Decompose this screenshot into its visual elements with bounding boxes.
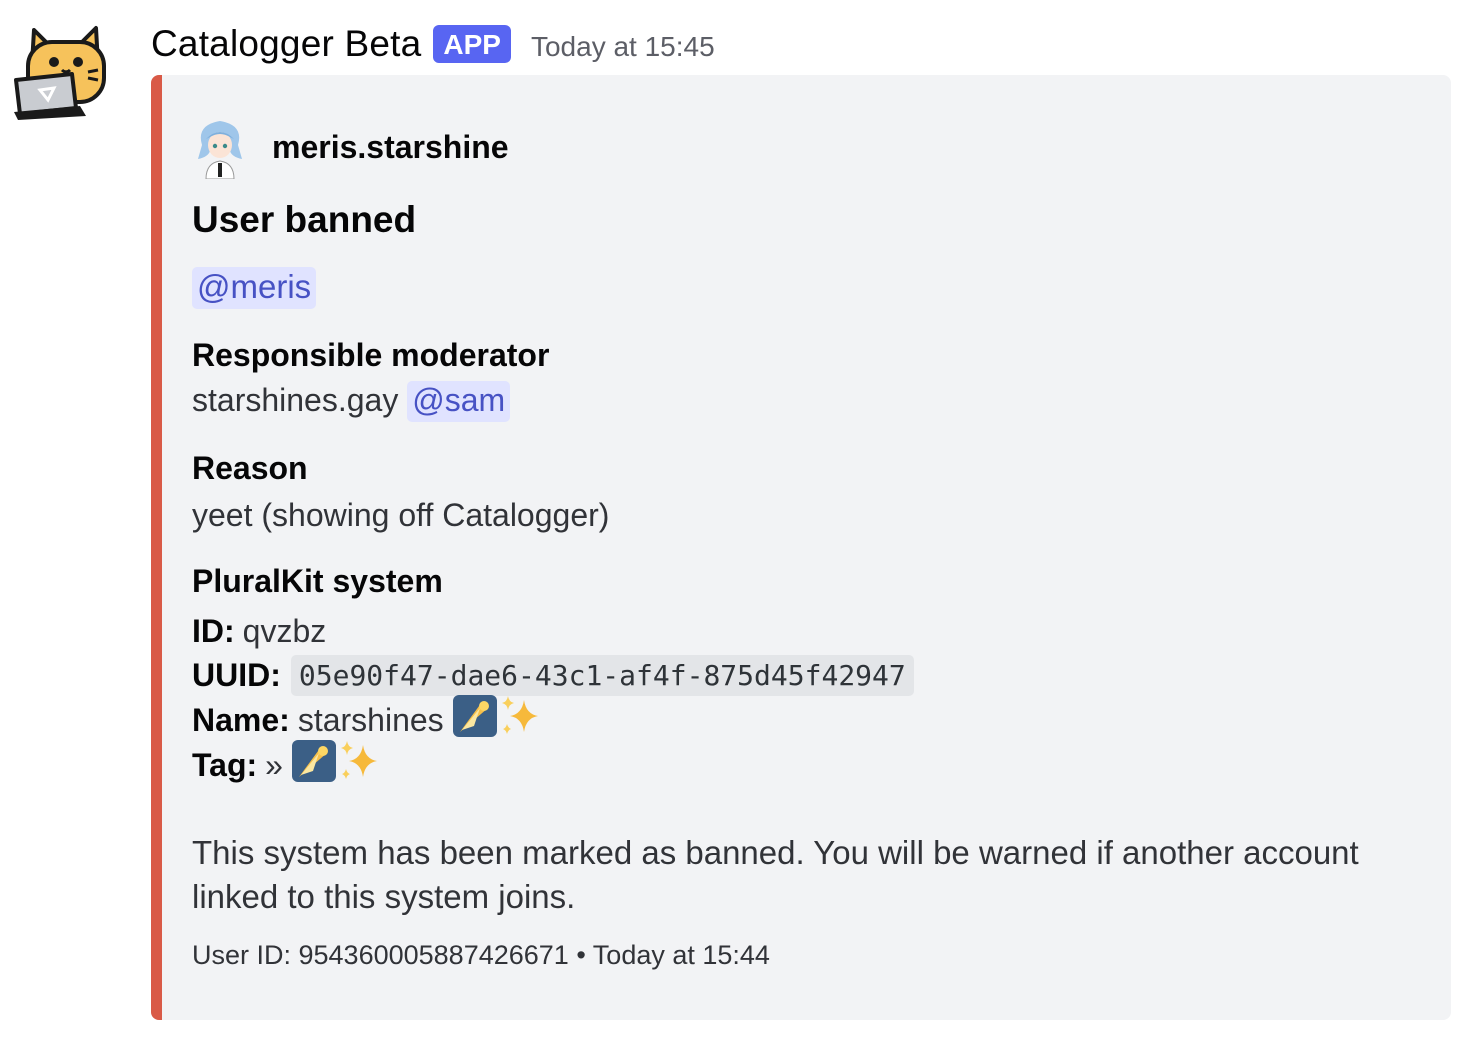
system-tag-line: Tag: » — [192, 740, 381, 787]
banned-user-mention[interactable]: @meris — [192, 267, 317, 309]
footer-user-id: User ID: 954360005887426671 — [192, 940, 569, 970]
system-id-label: ID: — [192, 612, 235, 649]
comet-emoji-icon — [291, 739, 337, 791]
moderator-field-value: starshines.gay @sam — [192, 381, 511, 422]
sparkles-emoji-icon — [337, 739, 381, 791]
moderator-mention[interactable]: @sam — [407, 381, 511, 422]
system-uuid-line: UUID: 05e90f47-dae6-43c1-af4f-875d45f429… — [192, 653, 914, 697]
embed-accent-bar — [151, 75, 162, 1020]
message-timestamp[interactable]: Today at 15:45 — [531, 25, 715, 63]
embed-author-name[interactable]: meris.starshine — [272, 129, 509, 166]
moderator-field-label: Responsible moderator — [192, 337, 550, 373]
system-name-label: Name: — [192, 701, 290, 738]
system-field-label: PluralKit system — [192, 563, 443, 599]
embed-description: @meris — [192, 267, 317, 309]
user-avatar-icon[interactable] — [192, 115, 248, 179]
system-uuid-code: 05e90f47-dae6-43c1-af4f-875d45f42947 — [290, 654, 914, 696]
system-name-line: Name: starshines — [192, 695, 542, 742]
system-uuid-label: UUID: — [192, 656, 281, 693]
system-id-value: qvzbz — [242, 612, 327, 649]
bot-avatar[interactable] — [10, 24, 114, 124]
cat-laptop-icon — [14, 26, 106, 120]
system-name-value: starshines — [297, 701, 444, 738]
system-tag-value: » — [265, 746, 283, 783]
system-tag-label: Tag: — [192, 746, 258, 783]
embed-title: User banned — [192, 199, 417, 240]
reason-field-value: yeet (showing off Catalogger) — [192, 497, 610, 533]
app-badge: APP — [433, 25, 511, 63]
embed-footer: User ID: 954360005887426671 • Today at 1… — [192, 940, 770, 971]
comet-emoji-icon — [452, 694, 498, 746]
ban-notice-text: This system has been marked as banned. Y… — [192, 834, 1359, 915]
embed-author: meris.starshine — [192, 115, 509, 179]
moderator-username: starshines.gay — [192, 382, 399, 418]
footer-separator: • — [576, 940, 586, 970]
ban-embed: meris.starshine User banned @meris Respo… — [151, 75, 1451, 1020]
footer-time[interactable]: Today at 15:44 — [593, 940, 770, 970]
bot-name[interactable]: Catalogger Beta — [151, 23, 421, 65]
sparkles-emoji-icon — [498, 694, 542, 746]
message-header: Catalogger Beta APP Today at 15:45 — [151, 20, 715, 68]
reason-field-label: Reason — [192, 450, 308, 486]
system-id-line: ID: qvzbz — [192, 609, 326, 653]
